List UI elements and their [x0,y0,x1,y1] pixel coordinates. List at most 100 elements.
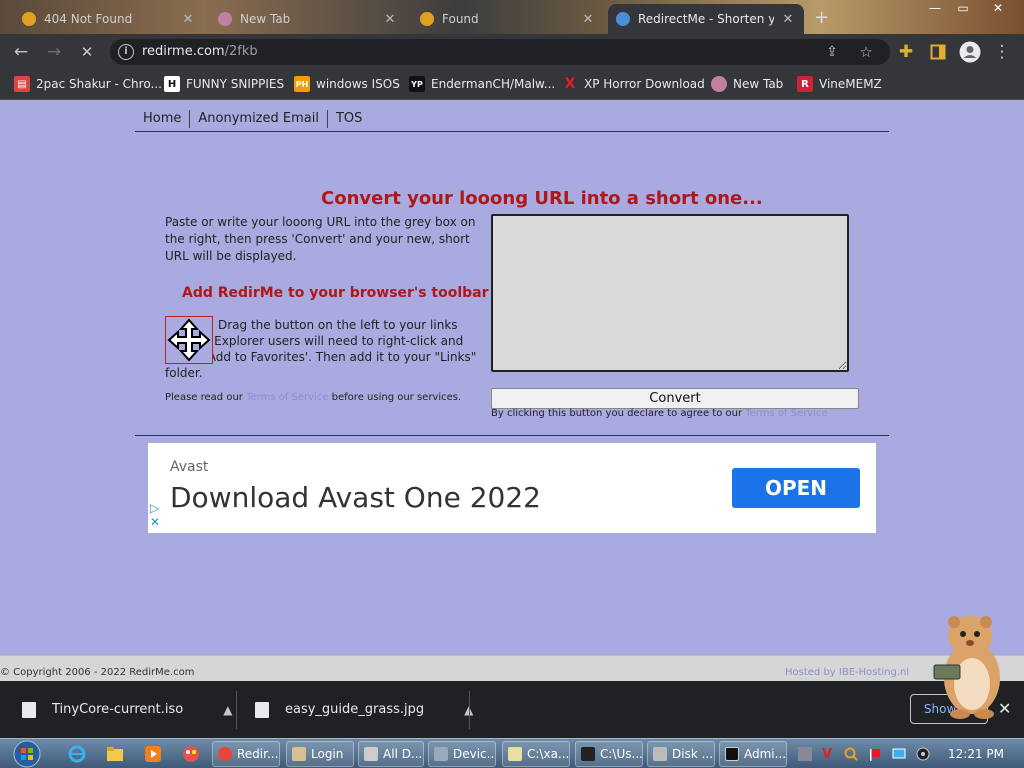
nav-home[interactable]: Home [135,109,191,128]
h-icon: H [164,76,180,92]
add-toolbar-title: Add RedirMe to your browser's toolbar [182,285,489,301]
bookmark-endermanch[interactable]: YP EndermanCH/Malw... [409,76,555,92]
bookmark-star-icon[interactable]: ☆ [854,40,878,64]
address-bar[interactable]: i redirme.com/2fkb ⇪ ☆ [110,39,890,65]
avast-ad-banner[interactable]: Avast Download Avast One 2022 OPEN ▷ ✕ [148,443,876,533]
tos-link[interactable]: Terms of Service [246,392,328,403]
tab-strip: 404 Not Found ✕ New Tab ✕ Found ✕ Redire… [0,0,1024,34]
bookmarks-bar: ▤ 2pac Shakur - Chro... H FUNNY SNIPPIES… [0,70,1024,100]
tray-flag-icon[interactable] [866,745,884,763]
browser-toolbar: ← → ✕ i redirme.com/2fkb ⇪ ☆ ✚ ⋮ [0,34,1024,70]
download-item-grass[interactable]: easy_guide_grass.jpg ▲ [255,681,473,738]
share-icon[interactable]: ⇪ [820,40,844,64]
close-window-icon[interactable]: ✕ [985,0,1011,16]
tab-favicon-icon [420,12,434,26]
move-arrows-icon [167,318,211,362]
intro-text: Paste or write your looong URL into the … [165,215,476,263]
nav-anonymized-email[interactable]: Anonymized Email [190,109,328,128]
app-icon [292,747,306,761]
system-clock[interactable]: 12:21 PM [948,747,1004,761]
tab-found[interactable]: Found ✕ [412,4,604,34]
tab-new-tab[interactable]: New Tab ✕ [210,4,406,34]
new-tab-icon[interactable]: + [814,7,829,28]
tray-v-icon[interactable]: V [818,745,836,763]
divider [135,435,889,436]
download-item-tinycore[interactable]: TinyCore-current.iso ▲ [22,681,232,738]
site-footer: © Copyright 2006 - 2022 RedirMe.com Host… [0,655,1024,681]
tray-monitor-icon[interactable] [890,745,908,763]
tray-app-icon[interactable] [796,745,814,763]
long-url-input[interactable] [491,214,849,372]
paint-icon[interactable] [176,743,206,765]
ad-headline[interactable]: Download Avast One 2022 [170,481,541,514]
close-tab-icon[interactable]: ✕ [780,12,796,27]
media-player-icon[interactable] [138,743,168,765]
tab-favicon-icon [22,12,36,26]
minimize-icon[interactable]: — [922,0,948,16]
tray-volume-icon[interactable] [914,745,932,763]
convert-button[interactable]: Convert [491,388,859,409]
copyright-text: © Copyright 2006 - 2022 RedirMe.com [0,667,195,678]
tab-label: 404 Not Found [44,12,133,26]
tab-favicon-icon [616,12,630,26]
bookmark-vinememz[interactable]: R VineMEMZ [797,76,882,92]
task-cxa[interactable]: C:\xa... [502,741,570,767]
r-icon: R [797,76,813,92]
task-device[interactable]: Devic... [428,741,496,767]
menu-kebab-icon[interactable]: ⋮ [990,40,1014,64]
bookmark-new-tab[interactable]: New Tab [711,76,783,92]
site-nav: Home Anonymized Email TOS [135,106,889,132]
bookmarklet-drag-button[interactable] [165,316,213,364]
close-tab-icon[interactable]: ✕ [382,12,398,27]
bookmark-xp-horror[interactable]: X XP Horror Download [562,76,705,92]
device-manager-icon [434,747,448,761]
url-text[interactable]: redirme.com/2fkb [142,44,258,59]
start-button[interactable] [10,739,44,768]
forward-icon[interactable]: → [42,40,66,64]
ad-brand: Avast [170,459,209,475]
task-disk[interactable]: Disk ... [647,741,715,767]
profile-avatar-icon[interactable] [958,40,982,64]
close-tab-icon[interactable]: ✕ [180,12,196,27]
ph-icon: PH [294,76,310,92]
maximize-icon[interactable]: ▭ [950,0,976,16]
hamster-mascot-icon[interactable] [930,610,1006,720]
hosted-by-link[interactable]: Hosted by IBE-Hosting.nl [785,667,909,678]
tab-label: New Tab [240,12,291,26]
bookmark-2pac[interactable]: ▤ 2pac Shakur - Chro... [14,76,162,92]
tray-search-icon[interactable] [842,745,860,763]
adchoices-icon[interactable]: ▷ ✕ [150,501,160,529]
side-panel-icon[interactable] [926,40,950,64]
task-login[interactable]: Login [286,741,354,767]
task-chrome[interactable]: Redir... [212,741,280,767]
bookmark-windows-isos[interactable]: PH windows ISOS [294,76,400,92]
tab-redirectme[interactable]: RedirectMe - Shorten yo ✕ [608,4,804,34]
site-info-icon[interactable]: i [118,44,134,60]
disk-icon [653,747,667,761]
bookmark-funny-snippies[interactable]: H FUNNY SNIPPIES [164,76,284,92]
windows-taskbar: Redir... Login All D... Devic... C:\xa..… [0,738,1024,768]
task-admin[interactable]: Admi... [719,741,787,767]
page-title: Convert your looong URL into a short one… [321,188,763,209]
explorer-folder-icon[interactable] [100,743,130,765]
chevron-up-icon[interactable]: ▲ [223,703,232,717]
chrome-icon [218,747,232,761]
task-7zip[interactable]: C:\Us... [575,741,643,767]
extensions-puzzle-icon[interactable]: ✚ [894,40,918,64]
back-icon[interactable]: ← [9,40,33,64]
cmd-icon [725,747,739,761]
yp-icon: YP [409,76,425,92]
nav-tos[interactable]: TOS [328,110,370,128]
ad-open-button[interactable]: OPEN [732,468,860,508]
tab-404-not-found[interactable]: 404 Not Found ✕ [14,4,204,34]
close-tab-icon[interactable]: ✕ [580,12,596,27]
declare-note: By clicking this button you declare to a… [491,408,828,419]
window-icon [364,747,378,761]
task-all-d[interactable]: All D... [358,741,424,767]
ie-icon[interactable] [62,743,92,765]
stop-loading-icon[interactable]: ✕ [75,40,99,64]
tos-link-2[interactable]: Terms of Service [745,408,827,419]
tab-label: RedirectMe - Shorten yo [638,12,774,26]
iso-file-icon [22,701,36,718]
store-icon: ▤ [14,76,30,92]
